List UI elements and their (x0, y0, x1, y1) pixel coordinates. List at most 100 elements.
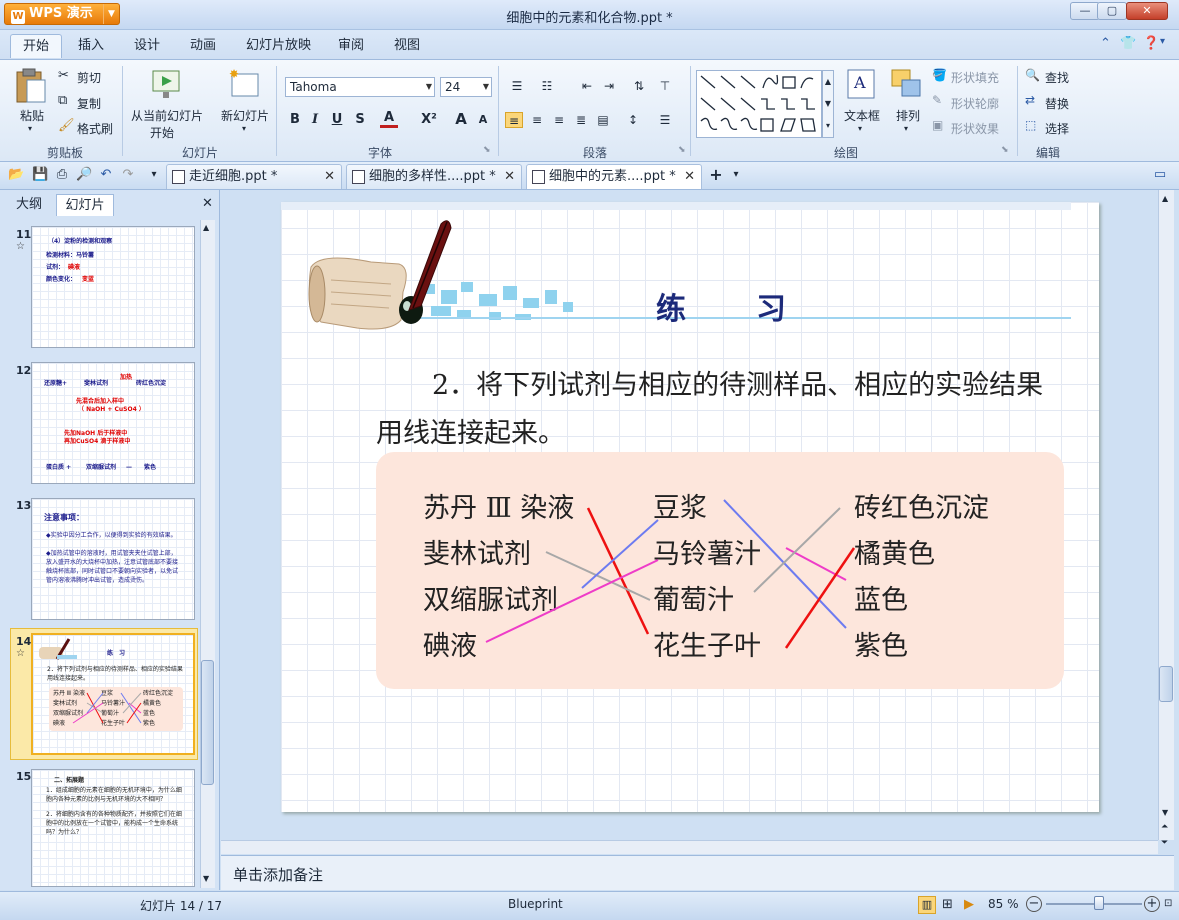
maximize-button[interactable]: ▢ (1097, 2, 1127, 20)
doc-tab-3[interactable]: 细胞中的元素....ppt * ✕ (526, 164, 702, 189)
textbox-button[interactable]: 文本框 (844, 107, 880, 124)
notes-placeholder[interactable]: 单击添加备注 (233, 864, 323, 885)
vertical-scrollbar[interactable] (1158, 190, 1174, 840)
replace-button[interactable]: 替换 (1045, 95, 1069, 112)
align-text-icon[interactable]: ⊤ (656, 78, 674, 94)
redo-icon[interactable]: ↷ (120, 167, 136, 183)
print-icon[interactable]: ⎙ (54, 167, 70, 183)
slide-title[interactable]: 练 习 (656, 284, 806, 328)
chevron-up-icon[interactable]: ⌃ (1100, 36, 1111, 51)
shrink-font-button[interactable]: A (474, 113, 492, 126)
shadow-button[interactable]: S (351, 112, 369, 127)
slides-panel-scrollbar[interactable] (200, 220, 215, 888)
tab-review[interactable]: 审阅 (326, 34, 376, 58)
replace-icon[interactable]: ⇄ (1025, 93, 1035, 107)
save-icon[interactable]: 💾 (32, 167, 48, 183)
arrange-button[interactable]: 排列 (896, 107, 920, 124)
skin-icon[interactable]: 👕 (1120, 36, 1136, 51)
scroll-down-icon[interactable]: ▼ (203, 874, 209, 883)
from-current-slide-button[interactable]: 从当前幻灯片 (131, 107, 203, 124)
tab-slides[interactable]: 幻灯片 (56, 194, 114, 216)
tab-slideshow[interactable]: 幻灯片放映 (234, 34, 323, 58)
slide-thumbnail-13[interactable]: 注意事项： ◆实验中因分工合作，以便得到实验的有效结果。 ◆加热试管中的溶液时，… (31, 498, 195, 620)
shapes-gallery-icons[interactable] (697, 71, 823, 139)
zoom-slider-handle[interactable] (1093, 896, 1104, 910)
cut-button[interactable]: 剪切 (77, 69, 101, 86)
numbering-icon[interactable]: ☷ (538, 78, 556, 94)
chevron-down-icon[interactable]: ▾ (728, 167, 744, 183)
font-color-button[interactable]: A (380, 110, 398, 128)
textbox-icon[interactable]: A (846, 68, 876, 100)
superscript-button[interactable]: X² (420, 112, 438, 127)
close-tab-icon[interactable]: ✕ (504, 165, 515, 189)
new-tab-icon[interactable]: + (708, 167, 724, 183)
align-right-icon[interactable]: ≡ (550, 112, 568, 128)
next-slide-icon[interactable]: ⏷ (1161, 838, 1168, 848)
chevron-down-icon[interactable]: ▼ (426, 78, 432, 96)
question-text[interactable]: 2．将下列试剂与相应的待测样品、相应的实验结果用线连接起来。 (376, 362, 1066, 458)
line-spacing-icon[interactable]: ↕ (624, 112, 642, 128)
grow-font-button[interactable]: A (452, 110, 470, 128)
find-button[interactable]: 查找 (1045, 69, 1069, 86)
matching-box[interactable]: 苏丹 Ⅲ 染液 斐林试剂 双缩脲试剂 碘液 豆浆 马铃薯汁 葡萄汁 花生子叶 砖… (376, 452, 1064, 689)
font-size-select[interactable]: 24 ▼ (440, 77, 492, 97)
close-window-button[interactable]: ✕ (1126, 2, 1168, 20)
tab-design[interactable]: 设计 (122, 34, 172, 58)
slide-thumbnail-14[interactable]: 练 习 2．将下列试剂与相应的待测样品、相应的实验结果用线连接起来。 苏丹 Ⅲ … (31, 633, 195, 755)
help-icon[interactable]: ❓ (1143, 36, 1159, 51)
new-slide-button[interactable]: 新幻灯片 (221, 107, 269, 124)
chevron-down-icon[interactable]: ▼ (483, 78, 489, 96)
close-tab-icon[interactable]: ✕ (324, 165, 335, 189)
undo-icon[interactable]: ↶ (98, 167, 114, 183)
tab-home[interactable]: 开始 (10, 34, 63, 58)
bold-button[interactable]: B (286, 112, 304, 127)
align-center-icon[interactable]: ≡ (528, 112, 546, 128)
scroll-up-icon[interactable]: ▲ (203, 223, 209, 232)
tab-insert[interactable]: 插入 (66, 34, 116, 58)
shapes-scroll[interactable]: ▲ ▼ ▾ (822, 70, 834, 138)
decrease-indent-icon[interactable]: ⇤ (578, 78, 596, 94)
bullets-icon[interactable]: ☰ (508, 78, 526, 94)
doc-tab-2[interactable]: 细胞的多样性....ppt * ✕ (346, 164, 522, 189)
shapes-gallery[interactable] (696, 70, 822, 138)
zoom-out-button[interactable]: − (1026, 896, 1042, 912)
slide-thumbnail-12[interactable]: 还原糖+ 斐林试剂 加热 砖红色沉淀 先混合后加入样中 （ NaOH + CuS… (31, 362, 195, 484)
zoom-in-button[interactable]: + (1144, 896, 1160, 912)
font-name-select[interactable]: Tahoma ▼ (285, 77, 435, 97)
scroll-up-icon[interactable]: ▲ (1162, 194, 1168, 203)
notes-pane[interactable]: 单击添加备注 (221, 855, 1174, 890)
justify-icon[interactable]: ≣ (572, 112, 590, 128)
select-icon[interactable]: ⬚ (1025, 118, 1036, 132)
shape-outline-button[interactable]: 形状轮廓 (951, 95, 999, 112)
effect-icon[interactable]: ▣ (932, 118, 943, 132)
customize-toolbar-icon[interactable]: ▾ (146, 167, 162, 183)
slideshow-icon[interactable]: ▶ (964, 897, 974, 912)
tab-view[interactable]: 视图 (382, 34, 432, 58)
start-label[interactable]: 开始 (150, 124, 174, 141)
shape-fill-button[interactable]: 形状填充 (951, 69, 999, 86)
scissors-icon[interactable]: ✂ (58, 68, 69, 83)
paste-icon[interactable] (14, 68, 48, 104)
brush-icon[interactable]: 🖌 (58, 118, 75, 133)
increase-indent-icon[interactable]: ⇥ (600, 78, 618, 94)
close-tab-icon[interactable]: ✕ (684, 165, 695, 189)
doc-tab-1[interactable]: 走近细胞.ppt * ✕ (166, 164, 342, 189)
chevron-down-icon[interactable]: ▾ (858, 124, 862, 133)
paragraph-spacing-icon[interactable]: ☰ (656, 112, 674, 128)
restore-layout-icon[interactable]: ▭ (1152, 167, 1168, 183)
chevron-down-icon[interactable]: ▾ (242, 124, 246, 133)
open-folder-icon[interactable]: 📂 (8, 167, 24, 183)
paste-label[interactable]: 粘贴 (20, 107, 44, 124)
normal-view-icon[interactable]: ▥ (918, 896, 936, 914)
play-from-current-icon[interactable] (150, 68, 184, 100)
scroll-down-icon[interactable]: ▼ (1162, 808, 1168, 817)
fit-window-icon[interactable]: ⊡ (1164, 898, 1172, 909)
minimize-button[interactable]: — (1070, 2, 1100, 20)
chevron-down-icon[interactable]: ▾ (1160, 36, 1165, 47)
outline-icon[interactable]: ✎ (932, 93, 942, 107)
chevron-down-icon[interactable]: ▾ (904, 124, 908, 133)
distribute-icon[interactable]: ▤ (594, 112, 612, 128)
slide-canvas[interactable]: 练 习 2．将下列试剂与相应的待测样品、相应的实验结果用线连接起来。 苏丹 Ⅲ … (281, 202, 1099, 812)
shape-effect-button[interactable]: 形状效果 (951, 120, 999, 137)
align-left-icon[interactable]: ≡ (505, 112, 523, 128)
